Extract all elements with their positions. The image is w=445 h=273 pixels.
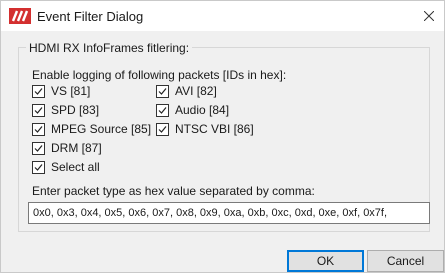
checkbox-ntsc-vbi[interactable]: NTSC VBI [86]	[156, 121, 254, 137]
checkbox-box[interactable]	[156, 103, 169, 117]
checkbox-spd[interactable]: SPD [83]	[32, 102, 99, 118]
checkbox-label: NTSC VBI [86]	[175, 122, 254, 136]
checkbox-box[interactable]	[32, 103, 45, 117]
checkbox-vs[interactable]: VS [81]	[32, 83, 90, 99]
checkmark-icon	[34, 125, 43, 133]
event-filter-dialog: Event Filter Dialog HDMI RX InfoFrames f…	[0, 0, 445, 273]
checkbox-label: VS [81]	[51, 84, 91, 98]
checkmark-icon	[158, 106, 167, 114]
app-logo-icon	[9, 8, 31, 24]
hex-input-label: Enter packet type as hex value separated…	[32, 184, 315, 198]
checkbox-label: Select all	[51, 160, 100, 174]
checkbox-label: Audio [84]	[175, 103, 230, 117]
checkbox-box[interactable]	[32, 122, 45, 136]
checkbox-box[interactable]	[32, 160, 45, 174]
checkbox-label: SPD [83]	[51, 103, 100, 117]
checkbox-audio[interactable]: Audio [84]	[156, 102, 229, 118]
checkbox-label: MPEG Source [85]	[51, 122, 152, 136]
checkbox-box[interactable]	[32, 141, 45, 155]
checkbox-drm[interactable]: DRM [87]	[32, 140, 102, 156]
checkbox-mpeg-source[interactable]: MPEG Source [85]	[32, 121, 151, 137]
checkmark-icon	[34, 106, 43, 114]
checkbox-box[interactable]	[156, 122, 169, 136]
checkbox-avi[interactable]: AVI [82]	[156, 83, 217, 99]
group-title: HDMI RX InfoFrames fitlering:	[26, 41, 193, 55]
title-bar: Event Filter Dialog	[1, 1, 444, 31]
checkmark-icon	[34, 144, 43, 152]
checkbox-box[interactable]	[156, 84, 169, 98]
enable-logging-label: Enable logging of following packets [IDs…	[32, 68, 287, 82]
checkbox-select-all[interactable]: Select all	[32, 159, 100, 175]
checkmark-icon	[158, 87, 167, 95]
checkmark-icon	[158, 125, 167, 133]
hex-packet-input[interactable]	[28, 202, 430, 224]
checkmark-icon	[34, 163, 43, 171]
checkbox-box[interactable]	[32, 84, 45, 98]
checkbox-label: DRM [87]	[51, 141, 102, 155]
checkmark-icon	[34, 87, 43, 95]
window-title: Event Filter Dialog	[37, 9, 144, 24]
close-icon	[424, 11, 434, 21]
close-button[interactable]	[414, 1, 444, 31]
cancel-button[interactable]: Cancel	[367, 250, 444, 272]
checkbox-label: AVI [82]	[175, 84, 217, 98]
ok-button[interactable]: OK	[287, 250, 364, 272]
